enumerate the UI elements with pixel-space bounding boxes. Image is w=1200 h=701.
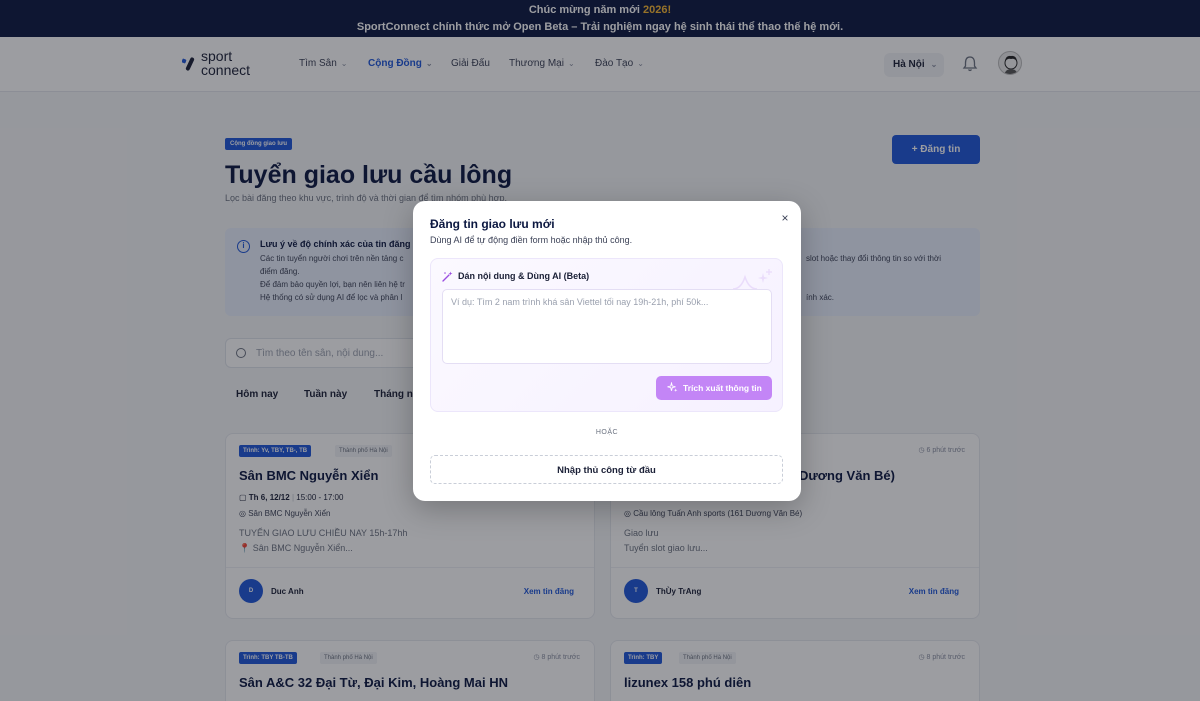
magic-wand-icon <box>442 271 453 282</box>
ai-paste-section: Dán nội dung & Dùng AI (Beta) Trích xuất… <box>430 258 783 412</box>
new-post-modal: × Đăng tin giao lưu mới Dùng AI để tự độ… <box>413 201 801 501</box>
ai-section-title: Dán nội dung & Dùng AI (Beta) <box>458 271 590 281</box>
extract-info-button[interactable]: Trích xuất thông tin <box>656 376 772 400</box>
sparkle-icon <box>667 382 678 392</box>
close-icon[interactable]: × <box>779 212 791 224</box>
ai-content-textarea[interactable] <box>442 289 772 364</box>
modal-title: Đăng tin giao lưu mới <box>430 217 555 231</box>
modal-subtitle: Dùng AI để tự động điền form hoặc nhập t… <box>430 235 633 245</box>
sparkle-decoration-icon <box>732 269 772 290</box>
or-divider: HOẶC <box>595 429 619 436</box>
manual-entry-button[interactable]: Nhập thủ công từ đầu <box>430 455 783 484</box>
extract-button-label: Trích xuất thông tin <box>683 383 762 393</box>
